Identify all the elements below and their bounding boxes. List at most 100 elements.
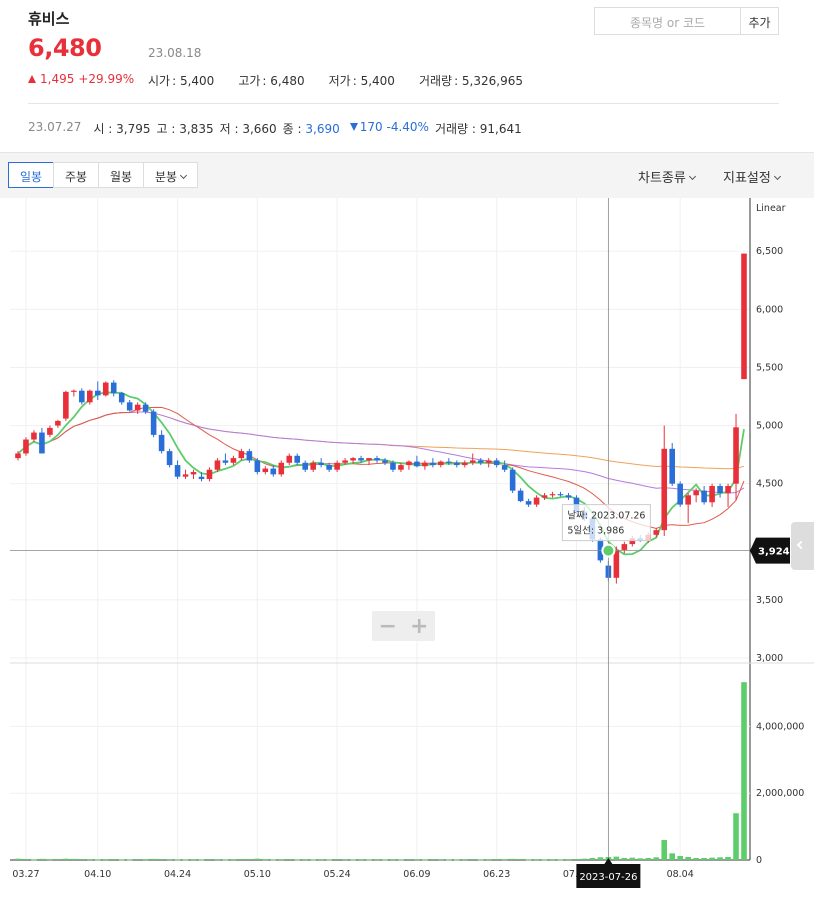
volume-bar bbox=[71, 858, 77, 860]
candle-body bbox=[517, 490, 524, 502]
volume-bar bbox=[717, 857, 723, 860]
candle-body bbox=[733, 427, 739, 484]
volume-bar bbox=[55, 858, 61, 860]
chevron-down-icon bbox=[773, 172, 781, 181]
candle-body bbox=[549, 494, 556, 496]
volume-tick-label: 2,000,000 bbox=[756, 788, 804, 799]
volume-bar bbox=[685, 856, 691, 860]
volume-bar bbox=[47, 859, 53, 861]
price-tick-label: 3,000 bbox=[756, 653, 783, 664]
chart-type-menu[interactable]: 차트종류 bbox=[638, 167, 696, 186]
candle-body bbox=[47, 427, 53, 435]
prev-high: 고 : 3,835 bbox=[156, 122, 214, 136]
volume-bar bbox=[15, 858, 21, 860]
prev-close: 종 : 3,690 bbox=[282, 122, 340, 136]
zoom-out-button[interactable]: − bbox=[379, 614, 397, 639]
volume-bar bbox=[645, 857, 652, 860]
volume-bar bbox=[262, 859, 269, 861]
zoom-control[interactable]: − + bbox=[372, 611, 435, 641]
stock-name: 휴비스 bbox=[28, 10, 70, 28]
candle-body bbox=[469, 460, 476, 463]
stock-search-input[interactable]: 종목명 or 코드 bbox=[594, 7, 740, 35]
candle-body bbox=[182, 474, 189, 477]
candle-body bbox=[63, 391, 69, 419]
side-panel-toggle[interactable] bbox=[791, 522, 814, 570]
prev-low: 저 : 3,660 bbox=[219, 122, 277, 136]
volume-bar bbox=[422, 859, 428, 861]
candle-body bbox=[741, 253, 747, 380]
candle-body bbox=[541, 495, 548, 498]
indicator-settings-menu[interactable]: 지표설정 bbox=[723, 167, 781, 186]
candle-body bbox=[438, 461, 444, 466]
chevron-down-icon bbox=[180, 171, 188, 180]
volume-bar bbox=[358, 859, 364, 861]
volume-bar bbox=[342, 859, 348, 861]
volume-bar bbox=[326, 859, 332, 861]
candle-body bbox=[669, 448, 675, 484]
chart-area[interactable]: 03.2704.1004.2405.1005.2406.0906.2307.07… bbox=[0, 198, 814, 900]
candle-body bbox=[142, 404, 149, 412]
down-arrow-icon bbox=[349, 123, 358, 131]
volume-bar bbox=[533, 859, 540, 861]
volume-bar bbox=[677, 855, 683, 860]
volume-bar bbox=[477, 859, 484, 861]
volume-bar bbox=[390, 859, 396, 861]
volume-bar bbox=[398, 859, 404, 861]
candle-body bbox=[110, 382, 117, 394]
x-tick-label: 04.24 bbox=[164, 869, 191, 880]
ma60-line bbox=[17, 411, 745, 494]
volume-bar bbox=[23, 858, 29, 860]
volume-bar bbox=[214, 859, 221, 861]
tab-daily[interactable]: 일봉 bbox=[8, 162, 54, 188]
tab-monthly[interactable]: 월봉 bbox=[98, 162, 144, 188]
x-tick-label: 03.27 bbox=[12, 869, 39, 880]
stat-low: 저가: 5,400 bbox=[328, 74, 395, 88]
candle-body bbox=[374, 458, 380, 461]
volume-bar bbox=[414, 859, 420, 861]
volume-bar bbox=[350, 859, 356, 861]
prev-date: 23.07.27 bbox=[28, 120, 82, 134]
prev-open: 시 : 3,795 bbox=[93, 122, 151, 136]
candle-body bbox=[334, 462, 340, 470]
scale-label: Linear bbox=[756, 203, 786, 214]
candle-body bbox=[310, 462, 316, 470]
volume-bar bbox=[438, 859, 444, 861]
volume-bar bbox=[446, 859, 452, 861]
stock-chart[interactable]: 03.2704.1004.2405.1005.2406.0906.2307.07… bbox=[0, 198, 814, 900]
volume-bar bbox=[581, 858, 588, 860]
candle-body bbox=[390, 462, 396, 470]
price-stats: 시가: 5,400 고가: 6,480 저가: 5,400 거래량: 5,326… bbox=[148, 72, 523, 89]
add-button[interactable]: 추가 bbox=[740, 7, 779, 35]
candle-body bbox=[198, 476, 205, 480]
volume-bar bbox=[406, 858, 412, 860]
prev-change: 170 -4.40% bbox=[346, 120, 429, 137]
candle-body bbox=[725, 486, 731, 493]
volume-bar bbox=[621, 857, 628, 860]
tooltip-date: 날짜: 2023.07.26 bbox=[567, 511, 645, 522]
candle-body bbox=[23, 439, 29, 454]
volume-bar bbox=[150, 858, 157, 860]
volume-bar bbox=[102, 859, 109, 861]
candle-body bbox=[118, 393, 125, 403]
candle-body bbox=[677, 483, 683, 505]
candle-body bbox=[446, 461, 452, 463]
candle-body bbox=[262, 468, 269, 473]
x-tick-label: 08.04 bbox=[667, 869, 694, 880]
price-tick-label: 5,000 bbox=[756, 421, 783, 432]
volume-bar bbox=[493, 858, 500, 860]
zoom-in-button[interactable]: + bbox=[410, 614, 428, 639]
stat-high: 고가: 6,480 bbox=[238, 74, 305, 88]
volume-bar bbox=[126, 859, 133, 861]
candle-body bbox=[422, 462, 428, 467]
candle-body bbox=[565, 495, 572, 498]
volume-bar bbox=[637, 858, 644, 860]
x-tick-label: 04.10 bbox=[84, 869, 111, 880]
tab-weekly[interactable]: 주봉 bbox=[53, 162, 99, 188]
volume-bar bbox=[206, 858, 213, 860]
volume-tick-label: 4,000,000 bbox=[756, 721, 804, 732]
volume-bar bbox=[382, 859, 388, 861]
candle-body bbox=[493, 460, 500, 466]
tab-minute[interactable]: 분봉 bbox=[143, 162, 198, 188]
volume-bar bbox=[302, 859, 308, 861]
volume-bar bbox=[741, 682, 747, 860]
